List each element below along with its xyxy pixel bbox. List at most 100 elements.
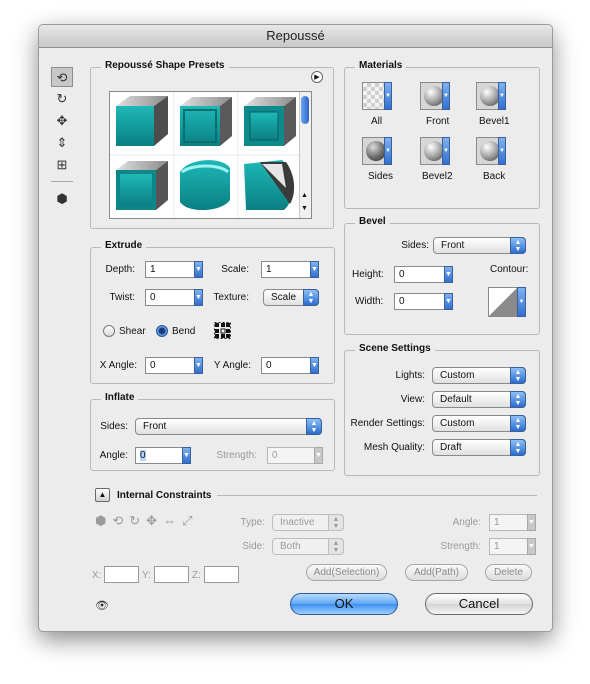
view-select[interactable]: Default ▲ ▼: [432, 391, 526, 408]
add-path-button[interactable]: Add(Path): [405, 564, 468, 581]
material-front-label: Front: [426, 116, 450, 127]
constraint-strength-label: Strength:: [440, 541, 481, 552]
constraint-side-label: Side:: [242, 541, 265, 552]
bevel-height-dropdown-icon: ▼: [444, 266, 453, 283]
dialog-title: Repoussé: [39, 25, 552, 48]
preview-eye-icon[interactable]: 👁: [95, 599, 109, 612]
inflate-sides-select[interactable]: Front ▲ ▼: [135, 418, 322, 435]
material-sides-swatch[interactable]: ▼: [362, 137, 392, 165]
slide-tool-icon[interactable]: ⇕: [51, 133, 73, 153]
drag-tool-icon[interactable]: ✥: [51, 111, 73, 131]
inflate-strength-dropdown-icon: ▼: [314, 447, 323, 464]
material-front-swatch[interactable]: ▼: [420, 82, 450, 110]
constraint-side-dropdown-icon: ▲ ▼: [328, 538, 344, 555]
constraints-divider: [217, 495, 537, 496]
preset-2[interactable]: [180, 97, 232, 146]
preset-5[interactable]: [180, 160, 230, 211]
constraint-type-select: Inactive ▲ ▼: [272, 514, 344, 531]
inflate-strength-label: Strength:: [216, 450, 257, 461]
mesh-quality-select[interactable]: Draft ▲ ▼: [432, 439, 526, 456]
depth-dropdown-icon: ▼: [194, 261, 203, 278]
delete-button[interactable]: Delete: [485, 564, 532, 581]
inflate-angle-field[interactable]: 0 ▼: [135, 447, 191, 464]
texture-select[interactable]: Scale ▲ ▼: [263, 289, 319, 306]
preset-4[interactable]: [116, 161, 168, 210]
texture-label: Texture:: [213, 292, 249, 303]
material-back-swatch[interactable]: ▼: [476, 137, 506, 165]
presets-scroll-thumb[interactable]: [301, 96, 309, 124]
bevel-sides-select[interactable]: Front ▲ ▼: [433, 237, 526, 254]
material-front-sphere-icon: [424, 86, 444, 106]
scale-label: Scale:: [221, 264, 249, 275]
x-coord-field[interactable]: [104, 566, 139, 583]
material-all-swatch[interactable]: ▼: [362, 82, 392, 110]
lights-select[interactable]: Custom ▲ ▼: [432, 367, 526, 384]
y-angle-label: Y Angle:: [213, 360, 251, 371]
bend-radio[interactable]: [156, 325, 168, 337]
add-selection-button[interactable]: Add(Selection): [306, 564, 387, 581]
x-angle-label: X Angle:: [99, 360, 137, 371]
collapse-constraints-icon[interactable]: ▲: [95, 488, 110, 502]
constraint-angle-field: 1 ▼: [489, 514, 536, 531]
contour-label: Contour:: [490, 264, 529, 275]
x-angle-field[interactable]: 0 ▼: [145, 357, 203, 374]
y-coord-field[interactable]: [154, 566, 189, 583]
material-bevel2-label: Bevel2: [422, 171, 453, 182]
contour-shape-icon: [489, 288, 517, 316]
reference-point-grid-icon[interactable]: [214, 322, 231, 339]
scale-tool-icon[interactable]: ⊞: [51, 155, 73, 175]
extrude-title: Extrude: [101, 240, 147, 251]
preset-3[interactable]: [244, 97, 296, 146]
material-bevel2-sphere-icon: [424, 141, 444, 161]
y-angle-field[interactable]: 0 ▼: [261, 357, 319, 374]
scale-dropdown-icon: ▼: [310, 261, 319, 278]
material-bevel1-swatch[interactable]: ▼: [476, 82, 506, 110]
preset-6[interactable]: [244, 160, 295, 210]
preset-grid: ▲ ▼: [109, 91, 312, 219]
lights-dropdown-icon: ▲ ▼: [510, 367, 526, 384]
constraint-type-dropdown-icon: ▲ ▼: [328, 514, 344, 531]
shear-radio[interactable]: [103, 325, 115, 337]
scroll-up-icon[interactable]: ▲: [301, 192, 308, 199]
ok-button[interactable]: OK: [290, 593, 398, 615]
bevel-height-field[interactable]: 0 ▼: [394, 266, 453, 283]
tool-divider: [51, 181, 73, 182]
mesh-quality-dropdown-icon: ▲ ▼: [510, 439, 526, 456]
contour-picker[interactable]: ▼: [488, 287, 526, 317]
twist-dropdown-icon: ▼: [194, 289, 203, 306]
depth-field[interactable]: 1 ▼: [145, 261, 203, 278]
rotate-tool-icon[interactable]: ↻: [51, 89, 73, 109]
constraint-angle-label: Angle:: [452, 517, 481, 528]
repousse-dialog: Repoussé ⟲ ↻ ✥ ⇕ ⊞ ⬢ Repoussé Shape Pres…: [38, 24, 553, 632]
bevel-width-label: Width:: [355, 296, 384, 307]
z-coord-label: Z:: [192, 570, 201, 581]
contour-dropdown-icon: ▼: [517, 287, 526, 317]
scene-settings-title: Scene Settings: [355, 343, 435, 354]
material-bevel2-swatch[interactable]: ▼: [420, 137, 450, 165]
render-settings-select[interactable]: Custom ▲ ▼: [432, 415, 526, 432]
twist-field[interactable]: 0 ▼: [145, 289, 203, 306]
view-label: View:: [400, 394, 425, 405]
z-coord-field[interactable]: [204, 566, 239, 583]
inflate-angle-label: Angle:: [99, 450, 128, 461]
constraint-strength-dropdown-icon: ▼: [527, 538, 536, 555]
material-front-dropdown-icon: ▼: [442, 82, 450, 110]
presets-menu-icon[interactable]: ▶: [311, 71, 323, 83]
cancel-button[interactable]: Cancel: [425, 593, 533, 615]
internal-constraints-title: Internal Constraints: [117, 490, 212, 501]
material-bevel2-dropdown-icon: ▼: [442, 137, 450, 165]
texture-dropdown-icon: ▲ ▼: [303, 289, 319, 306]
bevel-sides-dropdown-icon: ▲ ▼: [510, 237, 526, 254]
twist-label: Twist:: [109, 292, 135, 303]
preset-1[interactable]: [116, 96, 168, 146]
y-coord-label: Y:: [142, 570, 151, 581]
object-rotate-tool-icon[interactable]: ⟲: [51, 67, 73, 87]
scale-field[interactable]: 1 ▼: [261, 261, 319, 278]
presets-title: Repoussé Shape Presets: [101, 60, 229, 71]
scroll-down-icon[interactable]: ▼: [301, 205, 308, 212]
camera-tool-icon[interactable]: ⬢: [51, 189, 73, 209]
inflate-angle-dropdown-icon: ▼: [182, 447, 191, 464]
presets-scrollbar[interactable]: ▲ ▼: [299, 92, 311, 218]
constraint-type-label: Type:: [240, 517, 265, 528]
bevel-width-field[interactable]: 0 ▼: [394, 293, 453, 310]
